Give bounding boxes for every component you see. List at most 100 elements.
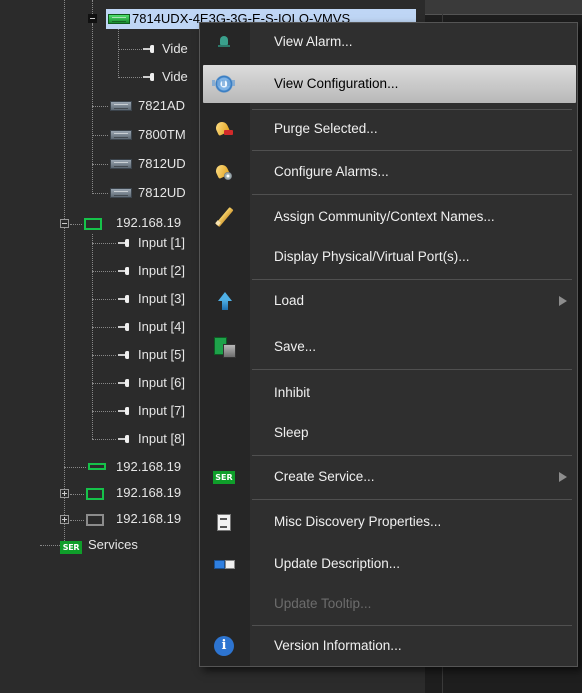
tree-row-frame[interactable]: 192.168.19 <box>116 213 181 233</box>
tree-guide-line <box>92 193 108 194</box>
info-icon: i <box>214 636 234 656</box>
tree-guide-line <box>64 0 65 545</box>
tree-guide-line <box>92 271 116 272</box>
service-icon: SER <box>213 471 235 484</box>
menu-item-save[interactable]: Save... <box>200 328 577 366</box>
menu-item-inhibit[interactable]: Inhibit <box>200 374 577 412</box>
tree-row-input[interactable]: Input [6] <box>138 373 185 393</box>
menu-item-update-description[interactable]: Update Description... <box>200 545 577 583</box>
menu-separator <box>252 499 572 500</box>
menu-separator <box>252 279 572 280</box>
menu-item-configure-alarms[interactable]: Configure Alarms... <box>200 153 577 191</box>
input-port-icon <box>118 351 132 359</box>
input-port-icon <box>118 407 132 415</box>
tree-guide-line <box>92 24 93 194</box>
collapse-icon[interactable] <box>88 14 97 23</box>
tree-row-input[interactable]: Input [1] <box>138 233 185 253</box>
tree-guide-line <box>92 243 116 244</box>
menu-item-sleep[interactable]: Sleep <box>200 414 577 452</box>
video-port-icon <box>143 73 157 81</box>
tree-guide-line <box>64 467 86 468</box>
tree-row-frame[interactable]: 192.168.19 <box>116 509 181 529</box>
tree-guide-line <box>70 494 84 495</box>
menu-separator <box>252 369 572 370</box>
tree-guide-line <box>92 299 116 300</box>
context-menu: View Alarm... View Configuration... Purg… <box>199 22 578 667</box>
tree-row-input[interactable]: Input [8] <box>138 429 185 449</box>
frame-icon <box>86 514 104 526</box>
menu-separator <box>252 455 572 456</box>
menu-item-purge-selected[interactable]: Purge Selected... <box>200 110 577 148</box>
tree-row-frame[interactable]: 192.168.19 <box>116 483 181 503</box>
card-icon <box>110 130 132 140</box>
video-port-icon <box>143 45 157 53</box>
purge-icon <box>214 119 234 139</box>
menu-item-create-service[interactable]: SER Create Service... <box>200 458 577 496</box>
tree-guide-line <box>92 383 116 384</box>
card-icon <box>110 159 132 169</box>
tree-guide-line <box>92 234 93 439</box>
frame-icon <box>84 218 102 230</box>
document-icon <box>214 512 234 532</box>
tree-row-input[interactable]: Input [3] <box>138 289 185 309</box>
tree-row-services[interactable]: Services <box>88 535 138 555</box>
tree-guide-line <box>70 520 84 521</box>
configure-alarms-icon <box>214 162 234 182</box>
tree-guide-line <box>92 106 108 107</box>
menu-separator <box>252 194 572 195</box>
tree-guide-line <box>92 164 108 165</box>
tree-guide-line <box>92 355 116 356</box>
menu-item-view-configuration[interactable]: View Configuration... <box>203 65 576 103</box>
menu-separator <box>252 625 572 626</box>
tree-guide-line <box>118 24 119 78</box>
submenu-arrow-icon <box>559 472 567 482</box>
frame-icon <box>88 463 106 470</box>
tree-row-card[interactable]: 7800TM <box>138 125 186 145</box>
collapse-icon[interactable] <box>60 219 69 228</box>
menu-separator <box>252 150 572 151</box>
tree-row-input[interactable]: Input [7] <box>138 401 185 421</box>
description-icon <box>214 554 235 574</box>
input-port-icon <box>118 239 132 247</box>
tree-guide-line <box>92 135 108 136</box>
tree-row-input[interactable]: Input [5] <box>138 345 185 365</box>
tree-row-frame[interactable]: 192.168.19 <box>116 457 181 477</box>
menu-item-load[interactable]: Load <box>200 282 577 320</box>
tree-guide-line <box>40 545 62 546</box>
menu-item-display-ports[interactable]: Display Physical/Virtual Port(s)... <box>200 238 577 276</box>
tree-guide-line <box>118 49 142 50</box>
tree-guide-line <box>118 77 142 78</box>
load-arrow-icon <box>214 291 234 311</box>
menu-item-version-information[interactable]: i Version Information... <box>200 627 577 665</box>
configuration-icon <box>212 74 236 94</box>
device-card-icon <box>108 14 130 24</box>
input-port-icon <box>118 379 132 387</box>
tree-row-input[interactable]: Input [2] <box>138 261 185 281</box>
menu-item-update-tooltip: Update Tooltip... <box>274 596 372 611</box>
tree-row-card[interactable]: 7812UD <box>138 154 186 174</box>
alarm-icon <box>214 32 234 52</box>
tree-row-card[interactable]: 7821AD <box>138 96 185 116</box>
pencil-icon <box>214 207 234 227</box>
card-icon <box>110 188 132 198</box>
save-icon <box>214 337 236 358</box>
tree-row-card[interactable]: 7812UD <box>138 183 186 203</box>
input-port-icon <box>118 435 132 443</box>
expand-icon[interactable] <box>60 489 69 498</box>
input-port-icon <box>118 267 132 275</box>
menu-item-misc-discovery[interactable]: Misc Discovery Properties... <box>200 503 577 541</box>
tree-row-input[interactable]: Input [4] <box>138 317 185 337</box>
right-panel-header <box>425 0 582 15</box>
card-icon <box>110 101 132 111</box>
tree-guide-line <box>92 411 116 412</box>
menu-item-view-alarm[interactable]: View Alarm... <box>200 23 577 61</box>
tree-guide-line <box>70 224 82 225</box>
input-port-icon <box>118 295 132 303</box>
frame-icon <box>86 488 104 500</box>
expand-icon[interactable] <box>60 515 69 524</box>
menu-item-assign-community-names[interactable]: Assign Community/Context Names... <box>200 198 577 236</box>
submenu-arrow-icon <box>559 296 567 306</box>
tree-row-video[interactable]: Vide <box>162 67 188 87</box>
tree-row-video[interactable]: Vide <box>162 39 188 59</box>
tree-guide-line <box>92 439 116 440</box>
